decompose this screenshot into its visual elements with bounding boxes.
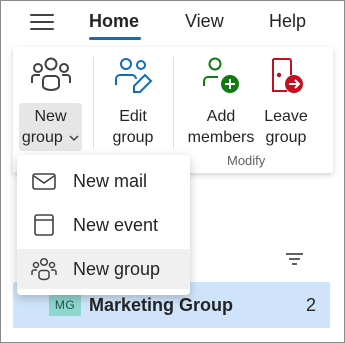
avatar: MG bbox=[49, 294, 81, 316]
menu-item-label: New mail bbox=[73, 171, 148, 191]
leave-group-line2: group bbox=[265, 129, 307, 146]
door-arrow-right-icon bbox=[272, 58, 303, 93]
tab-help[interactable]: Help bbox=[269, 11, 306, 32]
menu-item-new-group[interactable]: New group bbox=[17, 249, 190, 289]
filter-icon[interactable] bbox=[286, 252, 304, 266]
new-group-line2: group bbox=[21, 129, 63, 146]
app-window: Home View Help New group Edit group Add … bbox=[0, 0, 345, 343]
menu-item-label: New event bbox=[73, 215, 159, 235]
ribbon-separator bbox=[93, 57, 94, 149]
people-edit-icon bbox=[115, 58, 153, 93]
leave-group-label: Leave group bbox=[262, 106, 310, 148]
unread-count: 2 bbox=[306, 295, 317, 315]
chevron-down-icon bbox=[69, 135, 79, 142]
edit-group-line2: group bbox=[112, 129, 154, 146]
tab-view[interactable]: View bbox=[185, 11, 224, 32]
group-name: Marketing Group bbox=[89, 295, 234, 315]
new-group-button[interactable]: New group bbox=[19, 55, 82, 159]
tab-bar: Home View Help bbox=[1, 1, 344, 43]
ribbon-separator bbox=[173, 57, 174, 149]
tab-selected-indicator bbox=[89, 37, 141, 40]
add-members-label: Add members bbox=[183, 106, 259, 148]
menu-item-new-mail[interactable]: New mail bbox=[17, 161, 190, 201]
edit-group-button[interactable]: Edit group bbox=[103, 55, 163, 146]
menu-item-label: New group bbox=[73, 259, 161, 279]
tab-home[interactable]: Home bbox=[89, 11, 139, 32]
new-group-line1: New bbox=[34, 108, 67, 125]
menu-item-new-event[interactable]: New event bbox=[17, 205, 190, 245]
new-group-dropdown-menu: New mail New event New group bbox=[17, 155, 190, 295]
leave-group-line1: Leave bbox=[264, 108, 308, 125]
calendar-icon bbox=[34, 214, 54, 236]
person-add-icon bbox=[203, 57, 239, 93]
people-group-icon bbox=[30, 57, 71, 91]
ribbon-group-label-modify: Modify bbox=[227, 153, 266, 168]
add-members-button[interactable]: Add members bbox=[183, 55, 259, 146]
leave-group-button[interactable]: Leave group bbox=[262, 55, 310, 146]
hamburger-menu-icon[interactable] bbox=[30, 13, 54, 31]
edit-group-line1: Edit bbox=[119, 108, 147, 125]
new-group-line2-wrap: group bbox=[19, 127, 82, 148]
new-group-label: New group bbox=[19, 106, 82, 148]
mail-icon bbox=[32, 173, 56, 190]
edit-group-label: Edit group bbox=[103, 106, 163, 148]
add-members-line2: members bbox=[187, 129, 255, 146]
people-group-icon bbox=[31, 257, 57, 281]
add-members-line1: Add bbox=[206, 108, 236, 125]
